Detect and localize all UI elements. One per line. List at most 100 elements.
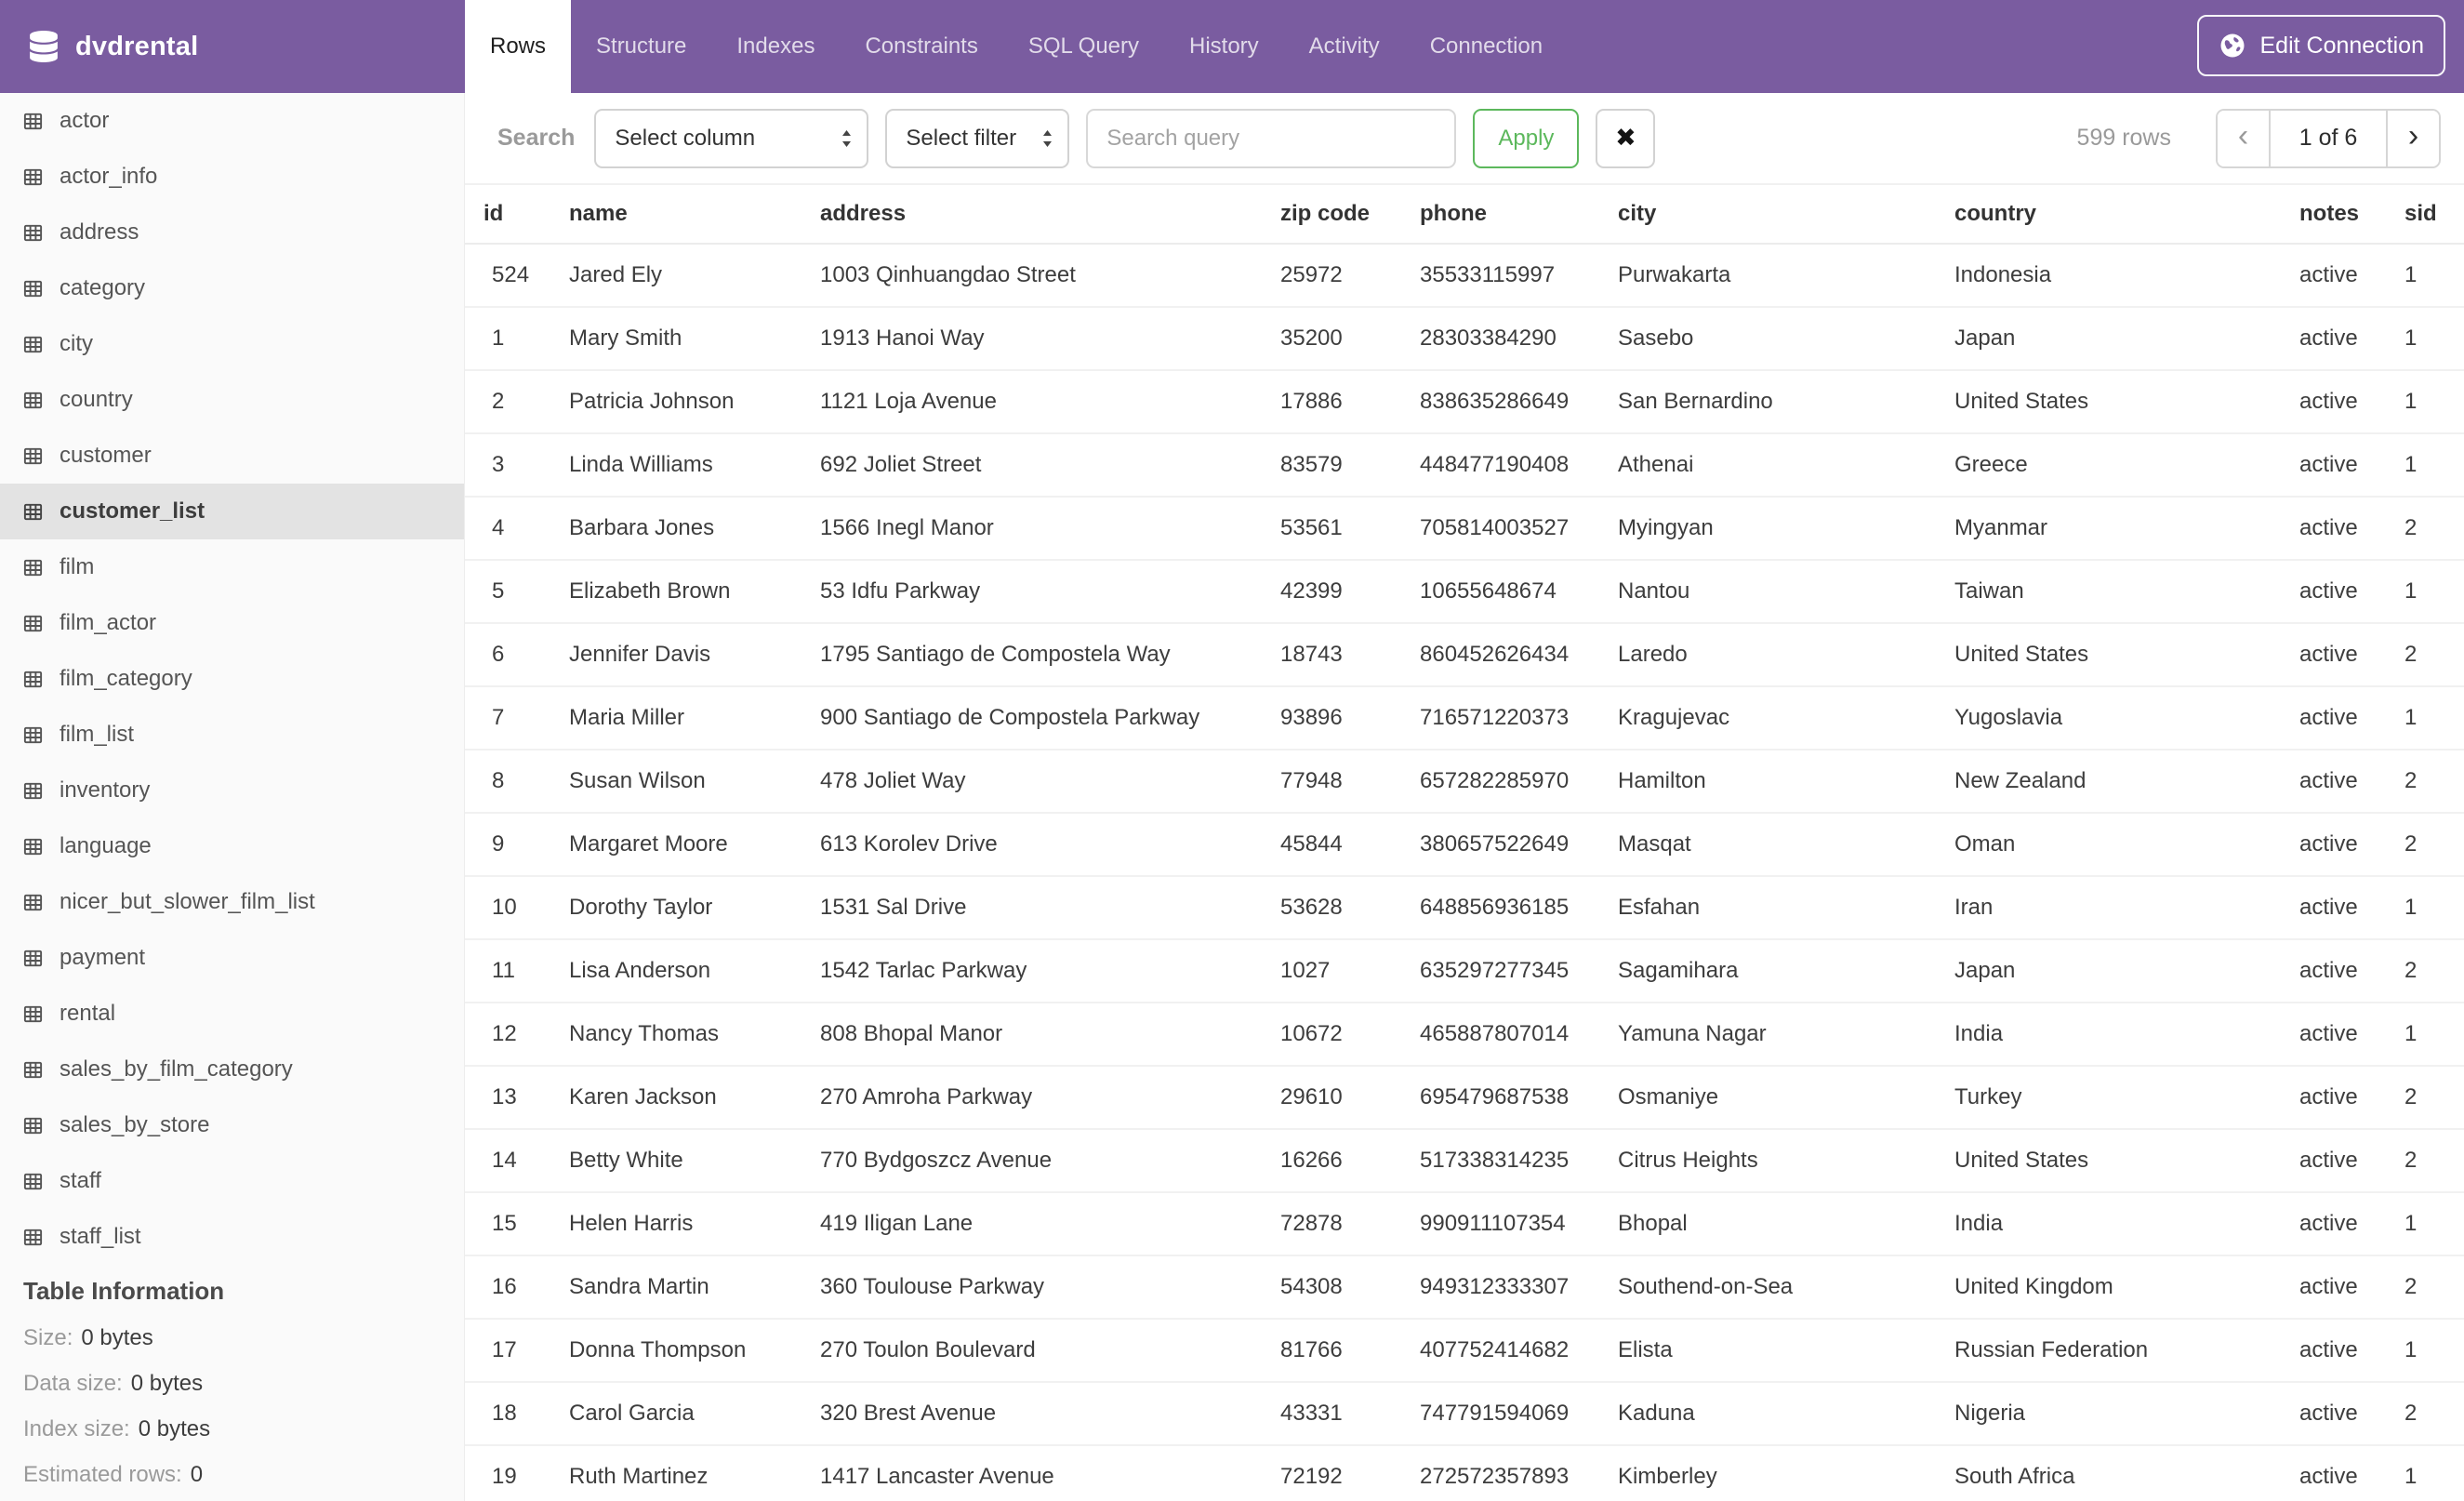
column-header[interactable]: notes	[2281, 183, 2386, 245]
cell-id: 8	[465, 750, 550, 814]
select-filter-dropdown[interactable]: Select filter	[885, 108, 1070, 168]
table-row[interactable]: 10 Dorothy Taylor 1531 Sal Drive 53628 6…	[465, 876, 2464, 940]
header-tab[interactable]: Activity	[1284, 0, 1405, 93]
search-query-input[interactable]	[1086, 108, 1457, 168]
column-header[interactable]: name	[550, 183, 801, 245]
next-page-button[interactable]: ›	[2388, 110, 2439, 166]
cell-zip-code: 42399	[1262, 560, 1401, 624]
cell-address: 419 Iligan Lane	[801, 1192, 1262, 1256]
cell-city: Hamilton	[1599, 750, 1936, 814]
header-tab[interactable]: Connection	[1405, 0, 1568, 93]
cell-country: Oman	[1936, 813, 2281, 877]
sidebar-item-table[interactable]: customer_list	[0, 484, 464, 539]
table-list: actor actor_info address category city c…	[0, 93, 464, 1265]
table-row[interactable]: 8 Susan Wilson 478 Joliet Way 77948 6572…	[465, 750, 2464, 814]
cell-notes: active	[2281, 1066, 2386, 1130]
cell-address: 692 Joliet Street	[801, 433, 1262, 498]
table-row[interactable]: 16 Sandra Martin 360 Toulouse Parkway 54…	[465, 1255, 2464, 1320]
table-row[interactable]: 5 Elizabeth Brown 53 Idfu Parkway 42399 …	[465, 560, 2464, 624]
column-header[interactable]: address	[801, 183, 1262, 245]
select-column-dropdown[interactable]: Select column	[594, 108, 869, 168]
sidebar-item-table[interactable]: city	[0, 316, 464, 372]
sidebar-item-table[interactable]: actor	[0, 93, 464, 149]
cell-address: 1913 Hanoi Way	[801, 307, 1262, 371]
sidebar-item-table[interactable]: language	[0, 818, 464, 874]
table-row[interactable]: 12 Nancy Thomas 808 Bhopal Manor 10672 4…	[465, 1003, 2464, 1067]
column-header[interactable]: sid	[2386, 183, 2464, 245]
sidebar-item-table[interactable]: payment	[0, 930, 464, 986]
cell-sid: 2	[2386, 1255, 2464, 1320]
sidebar-item-table[interactable]: nicer_but_slower_film_list	[0, 874, 464, 930]
cell-city: San Bernardino	[1599, 370, 1936, 434]
header-tab[interactable]: Indexes	[711, 0, 840, 93]
table-icon	[22, 1003, 44, 1025]
table-information-panel: Table Information Size: 0 bytes Data siz…	[0, 1267, 464, 1497]
header-tab[interactable]: Structure	[571, 0, 711, 93]
sidebar-item-table[interactable]: rental	[0, 986, 464, 1042]
sidebar-item-table[interactable]: country	[0, 372, 464, 428]
sidebar-item-table[interactable]: staff	[0, 1153, 464, 1209]
clear-search-button[interactable]: ✖	[1596, 108, 1656, 168]
sidebar-item-table[interactable]: film	[0, 539, 464, 595]
sidebar-item-table[interactable]: sales_by_film_category	[0, 1042, 464, 1097]
table-row[interactable]: 15 Helen Harris 419 Iligan Lane 72878 99…	[465, 1192, 2464, 1256]
sidebar-item-table[interactable]: film_actor	[0, 595, 464, 651]
cell-city: Kragujevac	[1599, 686, 1936, 750]
sidebar-item-table[interactable]: film_category	[0, 651, 464, 707]
column-header[interactable]: phone	[1401, 183, 1599, 245]
edit-connection-button[interactable]: Edit Connection	[2197, 15, 2445, 76]
table-row[interactable]: 7 Maria Miller 900 Santiago de Compostel…	[465, 686, 2464, 750]
sidebar-item-label: nicer_but_slower_film_list	[60, 889, 315, 914]
cell-zip-code: 83579	[1262, 433, 1401, 498]
column-header[interactable]: country	[1936, 183, 2281, 245]
table-row[interactable]: 13 Karen Jackson 270 Amroha Parkway 2961…	[465, 1066, 2464, 1130]
table-row[interactable]: 6 Jennifer Davis 1795 Santiago de Compos…	[465, 623, 2464, 687]
sidebar-item-table[interactable]: address	[0, 205, 464, 260]
sidebar-item-table[interactable]: category	[0, 260, 464, 316]
previous-page-button[interactable]: ‹	[2218, 110, 2269, 166]
cell-address: 1795 Santiago de Compostela Way	[801, 623, 1262, 687]
table-row[interactable]: 19 Ruth Martinez 1417 Lancaster Avenue 7…	[465, 1445, 2464, 1501]
header-tab[interactable]: History	[1164, 0, 1284, 93]
cell-country: Indonesia	[1936, 244, 2281, 308]
sidebar-item-table[interactable]: sales_by_store	[0, 1097, 464, 1153]
column-header[interactable]: zip code	[1262, 183, 1401, 245]
header-tab[interactable]: Rows	[465, 0, 572, 93]
cell-sid: 2	[2386, 623, 2464, 687]
sidebar-item-table[interactable]: film_list	[0, 707, 464, 763]
header-tab[interactable]: Constraints	[840, 0, 1002, 93]
table-row[interactable]: 3 Linda Williams 692 Joliet Street 83579…	[465, 433, 2464, 498]
cell-address: 900 Santiago de Compostela Parkway	[801, 686, 1262, 750]
sidebar: actor actor_info address category city c…	[0, 93, 465, 1501]
table-icon	[22, 1115, 44, 1136]
table-row[interactable]: 2 Patricia Johnson 1121 Loja Avenue 1788…	[465, 370, 2464, 434]
sidebar-item-label: sales_by_film_category	[60, 1056, 293, 1082]
table-row[interactable]: 14 Betty White 770 Bydgoszcz Avenue 1626…	[465, 1129, 2464, 1193]
table-row[interactable]: 11 Lisa Anderson 1542 Tarlac Parkway 102…	[465, 939, 2464, 1003]
sidebar-item-table[interactable]: staff_list	[0, 1209, 464, 1265]
table-row[interactable]: 9 Margaret Moore 613 Korolev Drive 45844…	[465, 813, 2464, 877]
table-row[interactable]: 1 Mary Smith 1913 Hanoi Way 35200 283033…	[465, 307, 2464, 371]
sidebar-item-table[interactable]: customer	[0, 428, 464, 484]
sidebar-item-table[interactable]: inventory	[0, 763, 464, 818]
cell-phone: 517338314235	[1401, 1129, 1599, 1193]
table-row[interactable]: 4 Barbara Jones 1566 Inegl Manor 53561 7…	[465, 497, 2464, 561]
table-row[interactable]: 17 Donna Thompson 270 Toulon Boulevard 8…	[465, 1319, 2464, 1383]
apply-button[interactable]: Apply	[1473, 108, 1580, 168]
column-header[interactable]: city	[1599, 183, 1936, 245]
cell-id: 2	[465, 370, 550, 434]
cell-notes: active	[2281, 1255, 2386, 1320]
column-header[interactable]: id	[465, 183, 550, 245]
sidebar-item-table[interactable]: actor_info	[0, 149, 464, 205]
cell-sid: 2	[2386, 1066, 2464, 1130]
cell-zip-code: 53628	[1262, 876, 1401, 940]
sidebar-item-label: film_category	[60, 666, 192, 691]
cell-address: 1531 Sal Drive	[801, 876, 1262, 940]
table-row[interactable]: 18 Carol Garcia 320 Brest Avenue 43331 7…	[465, 1382, 2464, 1446]
database-icon	[28, 31, 60, 62]
header-tab[interactable]: SQL Query	[1003, 0, 1164, 93]
table-row[interactable]: 524 Jared Ely 1003 Qinhuangdao Street 25…	[465, 244, 2464, 308]
page-indicator: 1 of 6	[2269, 110, 2388, 166]
table-icon	[22, 948, 44, 969]
cell-address: 808 Bhopal Manor	[801, 1003, 1262, 1067]
